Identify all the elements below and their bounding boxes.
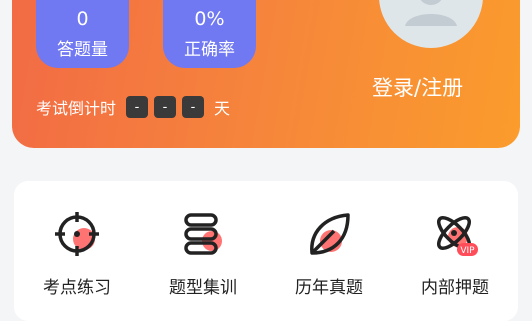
menu-item-past-exams[interactable]: 历年真题 — [274, 209, 384, 298]
countdown-box: - — [154, 96, 177, 118]
login-register-link[interactable]: 登录/注册 — [372, 72, 463, 102]
countdown-unit: 天 — [214, 99, 231, 118]
accuracy-label: 正确率 — [184, 40, 235, 60]
menu-item-internal-predictions[interactable]: VIP 内部押题 — [400, 209, 510, 298]
menu-item-question-type-training[interactable]: 题型集训 — [148, 209, 258, 298]
countdown-box: - — [126, 96, 149, 118]
countdown-box: - — [182, 96, 205, 118]
menu-item-topic-practice[interactable]: 考点练习 — [22, 209, 132, 298]
stack-icon — [178, 209, 228, 259]
menu-item-label: 内部押题 — [421, 278, 489, 298]
answer-count-stat[interactable]: 0 答题量 — [36, 0, 129, 68]
accuracy-value: 0% — [194, 8, 225, 30]
vip-badge: VIP — [460, 246, 475, 256]
countdown-label: 考试倒计时 — [36, 99, 117, 118]
menu-item-label: 题型集训 — [169, 278, 237, 298]
exam-countdown: 考试倒计时 - - - 天 — [36, 95, 230, 119]
answer-count-value: 0 — [76, 8, 89, 30]
atom-vip-icon: VIP — [430, 209, 480, 259]
menu-item-label: 历年真题 — [295, 278, 363, 298]
accuracy-stat[interactable]: 0% 正确率 — [163, 0, 256, 68]
answer-count-label: 答题量 — [57, 40, 108, 60]
menu-item-label: 考点练习 — [43, 278, 111, 298]
leaf-icon — [304, 209, 354, 259]
target-icon — [52, 209, 102, 259]
